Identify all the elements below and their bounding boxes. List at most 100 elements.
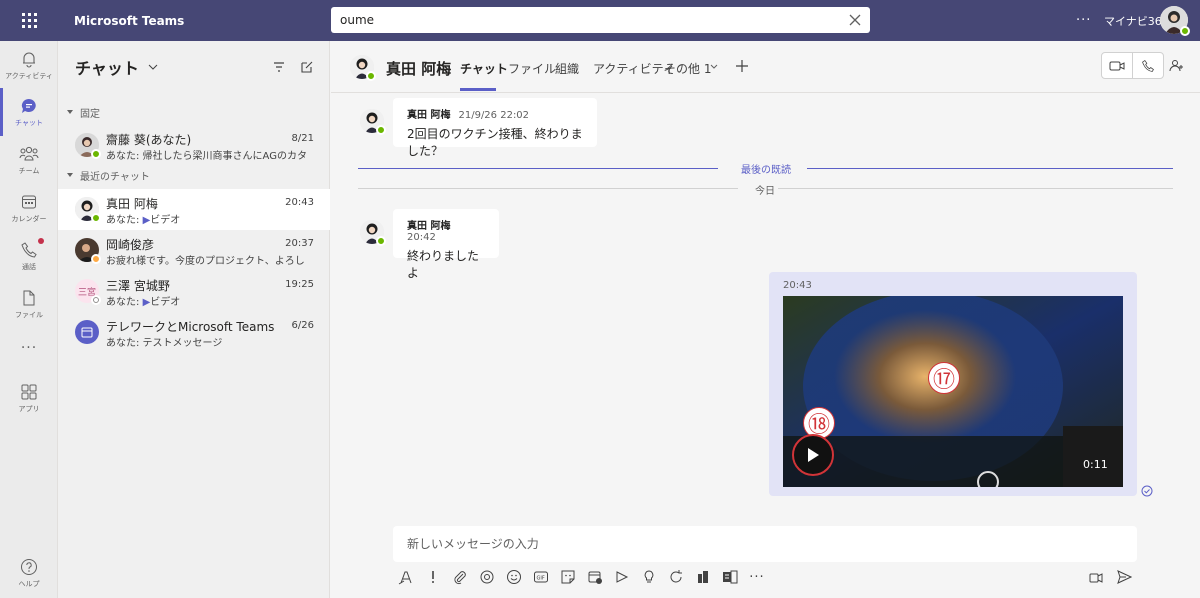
tab-files[interactable]: ファイル (508, 60, 556, 77)
close-icon[interactable] (846, 11, 864, 29)
format-icon (398, 571, 412, 585)
tab-chat[interactable]: チャット (460, 60, 508, 77)
message-header: 真田 阿梅20:42 (407, 221, 451, 243)
video-call-button[interactable] (1101, 52, 1133, 79)
stream-button[interactable] (613, 568, 631, 586)
presence-offline-icon (91, 295, 101, 305)
attach-button[interactable] (451, 568, 469, 586)
file-icon (23, 290, 35, 305)
refresh-icon (670, 570, 682, 583)
more-icon: ··· (749, 569, 765, 585)
caret-down-icon (67, 173, 73, 177)
approvals-button[interactable] (667, 568, 685, 586)
sticker-icon (561, 570, 575, 584)
message-bubble[interactable]: 真田 阿梅 21/9/26 22:02 2回目のワクチン接種、終わりました？ (393, 98, 597, 158)
chat-item-selected[interactable]: 真田 阿梅 あなた: ▶ビデオ 20:43 (58, 189, 330, 230)
chat-item[interactable]: 岡崎俊彦 お疲れ様です。今度のプロジェクト、よろしくお... 20:37 (58, 230, 330, 271)
rail-help[interactable]: ヘルプ (0, 549, 58, 597)
avatar (75, 320, 99, 344)
chevron-down-icon[interactable] (709, 62, 719, 72)
message-header: 真田 阿梅 21/9/26 22:02 (407, 110, 530, 121)
chat-item[interactable]: 三宮 三澤 宮城野 あなた: ▶ビデオ 19:25 (58, 271, 330, 312)
gif-icon: GIF (534, 571, 548, 583)
rail-chat[interactable]: チャット (0, 88, 58, 136)
gif-button[interactable]: GIF (532, 568, 550, 586)
conversation-title: 真田 阿梅 (386, 60, 452, 78)
send-button[interactable] (1115, 568, 1133, 586)
waffle-icon (21, 13, 37, 28)
chat-item[interactable]: テレワークとMicrosoft Teams あなた: テストメッセージ 6/26 (58, 312, 330, 353)
add-tab-icon[interactable] (734, 58, 750, 74)
lightbulb-icon (644, 570, 654, 583)
sticker-button[interactable] (559, 568, 577, 586)
calendar-icon (588, 571, 602, 584)
chat-icon (21, 98, 36, 113)
presence-available-icon (376, 236, 386, 246)
rail-more[interactable]: ··· (0, 328, 58, 368)
rail-calendar[interactable]: カレンダー (0, 184, 58, 232)
tab-activity[interactable]: アクティビティ (593, 60, 675, 77)
bell-icon (23, 52, 35, 68)
tab-org[interactable]: 組織 (555, 60, 579, 77)
more-options-button[interactable]: ··· (1076, 13, 1091, 28)
rail-apps[interactable]: アプリ (0, 374, 58, 422)
stream-icon (616, 571, 629, 583)
chat-item[interactable]: 齋藤 葵(あなた) あなた: 帰社したら梁川商事さんにAGのカタロ... 8/2… (58, 125, 330, 166)
video-thumbnail[interactable]: ⑰ ⑱ 0:11 (783, 296, 1123, 487)
active-tab-indicator (460, 88, 496, 91)
audio-call-button[interactable] (1132, 52, 1164, 79)
rail-teams[interactable]: チーム (0, 136, 58, 184)
chat-list-pane: チャット 固定 齋藤 葵(あなた) あなた: 帰社したら梁川商事さんにAGのカタ… (58, 41, 330, 598)
video-duration: 0:11 (1083, 458, 1108, 471)
presence-available-icon (1180, 26, 1190, 36)
message-text: 2回目のワクチン接種、終わりました？ (407, 127, 583, 158)
pinned-section-header[interactable]: 固定 (58, 103, 100, 121)
format-button[interactable] (397, 568, 415, 586)
read-receipt-icon (1141, 485, 1153, 497)
app-bar: アクティビティ チャット チーム カレンダー 通話 ファイル ··· アプリ ヘ… (0, 41, 58, 598)
audio-message-button[interactable] (1087, 568, 1105, 586)
new-chat-icon[interactable] (300, 60, 314, 74)
send-icon (1117, 570, 1132, 584)
message-bubble[interactable]: 真田 阿梅20:42 終わりましたよ (393, 209, 499, 280)
tab-more[interactable]: その他 1 (664, 60, 711, 77)
search-input[interactable]: oume (331, 7, 870, 33)
message-text: 終わりましたよ (407, 249, 480, 280)
filter-icon[interactable] (272, 60, 286, 74)
emoji-button[interactable] (505, 568, 523, 586)
presence-available-icon (366, 71, 376, 81)
updates-button[interactable] (694, 568, 712, 586)
schedule-meeting-button[interactable] (586, 568, 604, 586)
chevron-down-icon[interactable] (147, 61, 159, 73)
rail-calls[interactable]: 通話 (0, 232, 58, 280)
forms-icon (723, 570, 738, 584)
more-icon: ··· (20, 340, 38, 356)
apps-icon (21, 384, 37, 399)
search-text: oume (340, 13, 375, 27)
phone-icon (1142, 59, 1154, 72)
my-message-bubble[interactable]: 20:43 ⑰ ⑱ 0:11 (769, 272, 1137, 496)
rail-activity[interactable]: アクティビティ (0, 41, 58, 89)
important-button[interactable] (424, 568, 442, 586)
teams-icon (19, 146, 39, 160)
loop-button[interactable] (478, 568, 496, 586)
add-people-icon[interactable] (1169, 58, 1185, 74)
loop-icon (480, 570, 494, 584)
chat-list-title[interactable]: チャット (75, 55, 139, 79)
building-icon (698, 571, 708, 583)
chat-preview: あなた: ▶ビデオ (106, 215, 181, 226)
recent-section-header[interactable]: 最近のチャット (58, 166, 150, 184)
compose-toolbar: GIF ··· (393, 565, 1137, 589)
notification-dot (38, 238, 44, 244)
praise-button[interactable] (640, 568, 658, 586)
compose-box[interactable]: 新しいメッセージの入力 (393, 526, 1137, 562)
app-launcher-button[interactable] (0, 0, 58, 41)
more-options-button[interactable]: ··· (748, 568, 766, 586)
play-button[interactable] (792, 434, 834, 476)
rail-files[interactable]: ファイル (0, 280, 58, 328)
last-read-divider: 最後の既読 (358, 161, 1173, 181)
calendar-icon (22, 195, 36, 208)
emoji-icon (507, 570, 521, 584)
forms-button[interactable] (721, 568, 739, 586)
play-icon (808, 448, 819, 462)
